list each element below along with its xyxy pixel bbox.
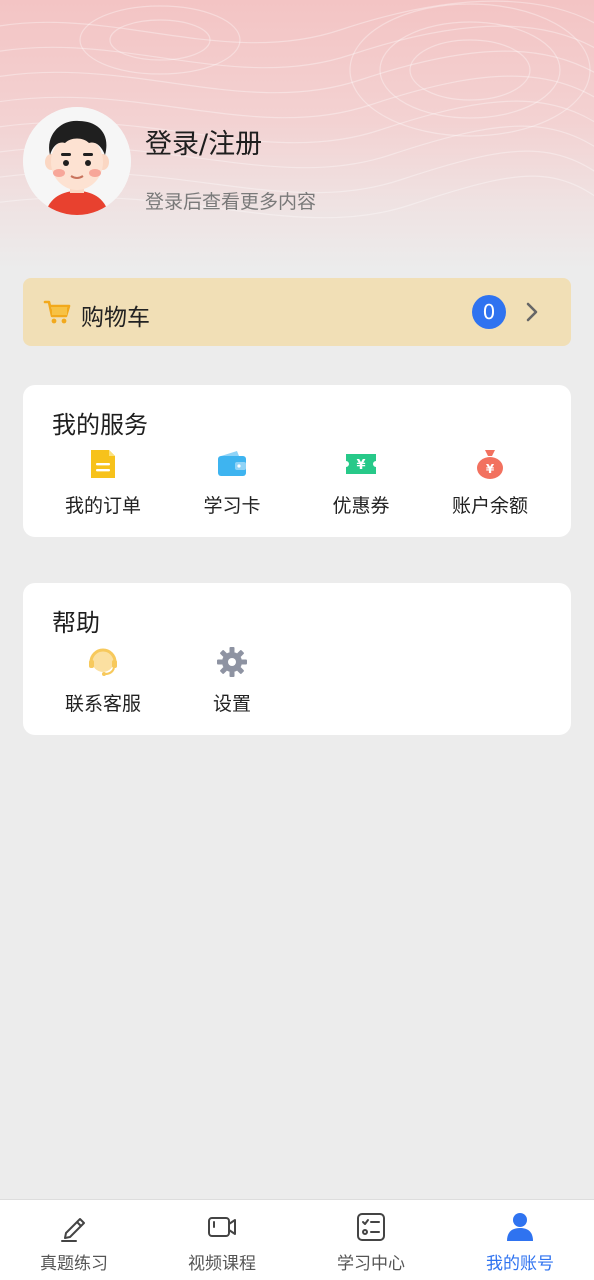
video-camera-icon <box>208 1217 236 1237</box>
service-label: 账户余额 <box>451 495 528 517</box>
login-register-link[interactable]: 登录/注册 <box>145 122 262 161</box>
tab-label: 真题练习 <box>40 1254 108 1274</box>
cart-count-badge: 0 <box>472 295 506 329</box>
tab-label: 视频课程 <box>188 1254 256 1274</box>
checklist-icon <box>357 1213 385 1241</box>
help-title: 帮助 <box>52 609 100 637</box>
order-document-icon <box>91 450 115 478</box>
service-label: 优惠券 <box>332 495 390 517</box>
help-label: 联系客服 <box>64 693 141 715</box>
my-services-card: 我的服务 我的订单 学习卡 ¥ 优惠券 ¥ 账户余额 <box>23 385 571 537</box>
tab-label: 学习中心 <box>337 1254 405 1274</box>
svg-text:¥: ¥ <box>486 462 495 476</box>
user-profile-icon <box>507 1213 533 1241</box>
login-hint-text: 登录后查看更多内容 <box>145 191 317 213</box>
tab-video-courses[interactable]: 视频课程 <box>148 1200 296 1280</box>
cart-icon <box>43 300 71 324</box>
tab-label: 我的账号 <box>486 1254 554 1274</box>
chevron-right-icon <box>526 302 538 322</box>
money-bag-icon: ¥ <box>477 450 503 479</box>
service-label: 我的订单 <box>64 495 141 517</box>
service-item-my-orders[interactable]: 我的订单 <box>38 447 168 527</box>
services-title: 我的服务 <box>52 411 148 439</box>
service-item-coupon[interactable]: ¥ 优惠券 <box>296 447 426 527</box>
bottom-tab-bar: 真题练习 视频课程 学习中心 我的账号 <box>0 1199 594 1280</box>
svg-text:¥: ¥ <box>356 458 365 473</box>
wallet-card-icon <box>218 451 246 476</box>
customer-service-headset-icon <box>89 648 117 676</box>
coupon-ticket-icon: ¥ <box>346 454 376 474</box>
help-item-customer-service[interactable]: 联系客服 <box>38 645 168 725</box>
service-label: 学习卡 <box>203 495 261 517</box>
user-avatar-icon <box>23 107 131 215</box>
help-label: 设置 <box>212 693 251 715</box>
settings-gear-icon <box>217 647 247 677</box>
shopping-cart-bar[interactable]: 购物车 0 <box>23 278 571 346</box>
help-item-settings[interactable]: 设置 <box>167 645 297 725</box>
user-avatar[interactable] <box>23 107 131 215</box>
cart-label: 购物车 <box>81 305 150 331</box>
help-card: 帮助 联系客服 设置 <box>23 583 571 735</box>
pencil-edit-icon <box>61 1218 85 1242</box>
service-item-account-balance[interactable]: ¥ 账户余额 <box>425 447 555 527</box>
service-item-study-card[interactable]: 学习卡 <box>167 447 297 527</box>
tab-exam-practice[interactable]: 真题练习 <box>0 1200 148 1280</box>
tab-my-account[interactable]: 我的账号 <box>446 1200 594 1280</box>
tab-study-center[interactable]: 学习中心 <box>297 1200 445 1280</box>
